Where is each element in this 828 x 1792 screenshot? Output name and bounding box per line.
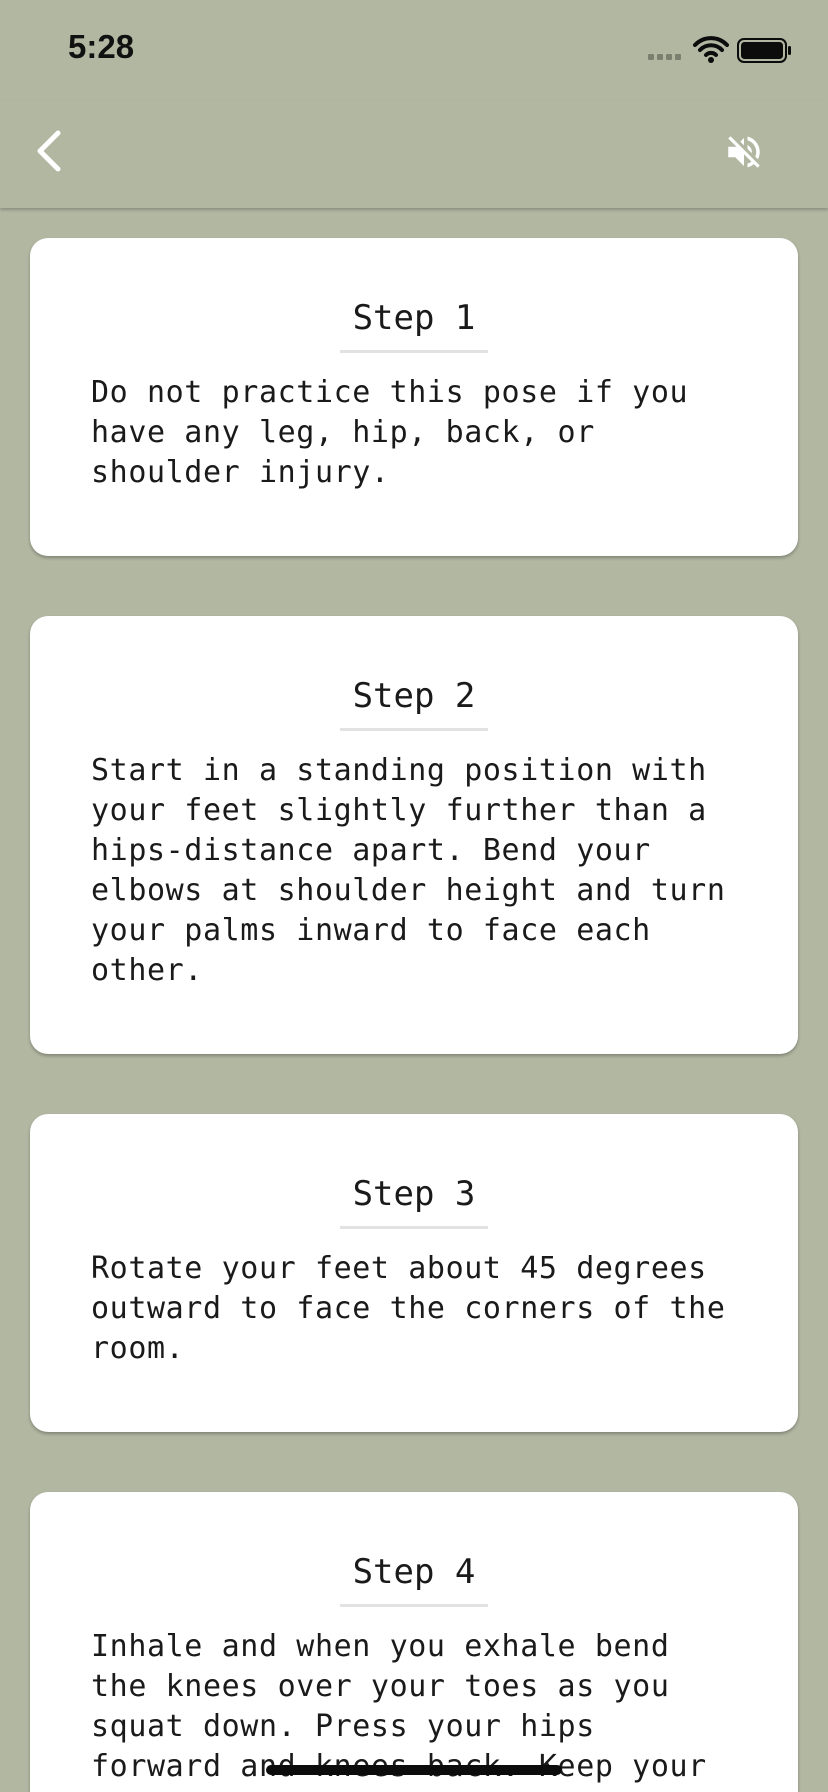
step-title-divider	[340, 350, 488, 353]
speaker-muted-icon	[728, 136, 760, 168]
status-bar: 5:28	[0, 0, 828, 100]
step-description: Start in a standing position with your f…	[91, 753, 726, 988]
wifi-icon	[693, 36, 729, 63]
back-button[interactable]	[22, 124, 76, 178]
step-title-divider	[340, 1604, 488, 1607]
step-card: Step 1 Do not practice this pose if you …	[30, 238, 798, 556]
step-description: Inhale and when you exhale bend the knee…	[91, 1629, 707, 1784]
step-title: Step 3	[352, 1174, 476, 1214]
chevron-left-icon	[37, 130, 61, 172]
step-title: Step 1	[352, 298, 476, 338]
step-description: Do not practice this pose if you have an…	[91, 375, 689, 490]
steps-list[interactable]: Step 1 Do not practice this pose if you …	[0, 208, 828, 1792]
mute-button[interactable]	[718, 126, 770, 178]
step-title-divider	[340, 728, 488, 731]
status-time: 5:28	[68, 28, 135, 65]
navigation-bar	[0, 100, 828, 208]
step-title: Step 4	[352, 1552, 476, 1592]
step-card: Step 2 Start in a standing position with…	[30, 616, 798, 1054]
step-card: Step 4 Inhale and when you exhale bend t…	[30, 1492, 798, 1792]
step-title: Step 2	[352, 676, 476, 716]
cellular-signal-icon	[648, 54, 681, 60]
step-card: Step 3 Rotate your feet about 45 degrees…	[30, 1114, 798, 1432]
step-title-divider	[340, 1226, 488, 1229]
battery-icon	[737, 38, 791, 63]
home-indicator	[266, 1765, 562, 1775]
step-description: Rotate your feet about 45 degrees outwar…	[91, 1251, 726, 1366]
status-icons	[632, 36, 792, 66]
